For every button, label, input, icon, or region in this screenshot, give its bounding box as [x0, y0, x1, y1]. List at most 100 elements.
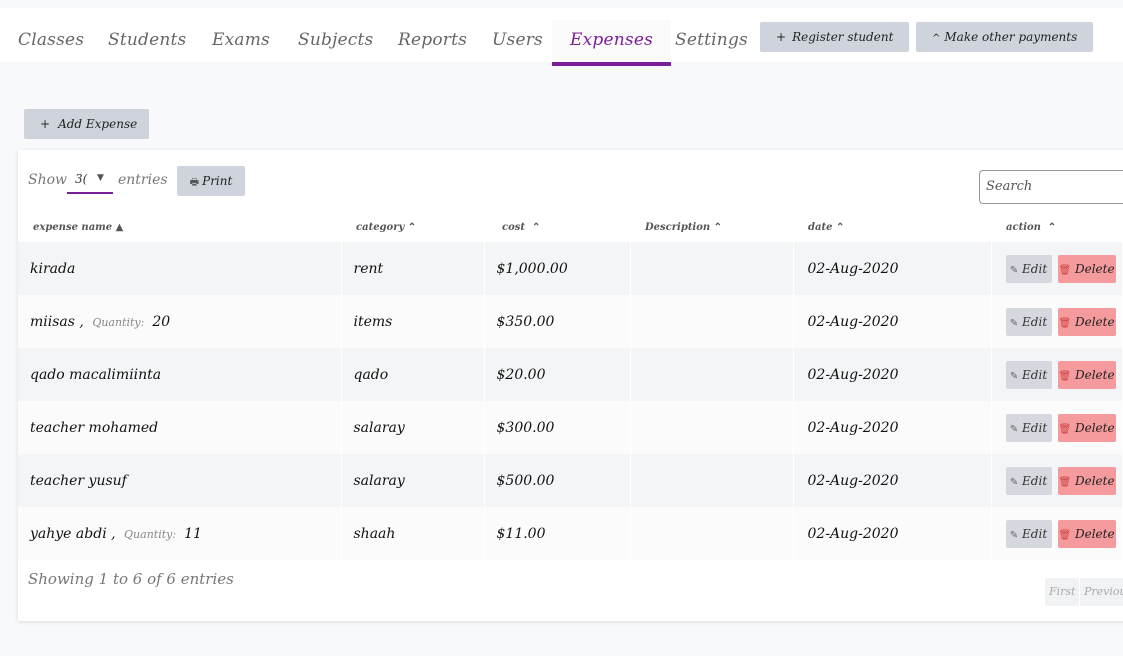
category-cell: salaray — [341, 401, 485, 454]
date-cell: 02-Aug-2020 — [793, 242, 992, 295]
expense-name-cell: teacher mohamed — [18, 401, 342, 454]
expense-name: kirada — [30, 260, 76, 277]
edit-label: Edit — [1022, 314, 1048, 329]
table-row: qado macalimiinta qado $20.00 02-Aug-2020 ✎ … — [18, 348, 1123, 401]
cost-cell: $300.00 — [484, 401, 631, 454]
sort-icon: ⌃ — [835, 221, 845, 233]
tab-reports[interactable]: Reports — [380, 20, 485, 60]
column-label: expense name — [33, 221, 113, 233]
edit-button[interactable]: ✎ Edit — [1005, 360, 1052, 389]
date-cell: 02-Aug-2020 — [793, 348, 992, 401]
edit-label: Edit — [1022, 526, 1048, 541]
pencil-icon: ✎ — [1009, 423, 1019, 435]
search-input[interactable]: Search — [979, 170, 1123, 204]
category-cell: shaah — [341, 507, 485, 560]
printer-icon: 🖶 — [189, 177, 200, 188]
category-cell: qado — [341, 348, 485, 401]
tab-students[interactable]: Students — [90, 20, 204, 60]
make-other-payments-button[interactable]: ^ Make other payments — [916, 22, 1094, 52]
description-cell — [630, 242, 794, 295]
first-page-button[interactable]: First — [1045, 578, 1080, 606]
edit-button[interactable]: ✎ Edit — [1005, 519, 1052, 548]
previous-page-button[interactable]: Previou — [1080, 578, 1123, 606]
action-cell: ✎ Edit 🗑 Delete — [991, 401, 1123, 454]
chevron-up-icon: ^ — [932, 33, 941, 44]
delete-label: Delete — [1074, 314, 1115, 329]
sort-icon: ⌃ — [713, 221, 723, 233]
table-row: miisas , Quantity: 20 items $350.00 02-Aug-2… — [18, 295, 1123, 348]
register-student-button[interactable]: + Register student — [760, 22, 910, 52]
action-cell: ✎ Edit 🗑 Delete — [991, 507, 1123, 560]
tab-classes[interactable]: Classes — [0, 20, 102, 60]
edit-button[interactable]: ✎ Edit — [1005, 307, 1052, 336]
table-row: kirada rent $1,000.00 02-Aug-2020 ✎ Edit 🗑 De… — [18, 242, 1123, 295]
entries-label: entries — [118, 172, 168, 188]
trash-icon: 🗑 — [1058, 529, 1072, 541]
tab-settings[interactable]: Settings — [657, 20, 766, 60]
plus-icon: + — [776, 30, 787, 44]
delete-label: Delete — [1074, 526, 1115, 541]
edit-label: Edit — [1022, 473, 1048, 488]
tab-subjects[interactable]: Subjects — [280, 20, 392, 60]
expense-name-cell: teacher yusuf — [18, 454, 342, 507]
date-cell: 02-Aug-2020 — [793, 295, 992, 348]
expense-name-cell: yahye abdi , Quantity: 11 — [18, 507, 342, 560]
sort-icon: ⌃ — [1047, 221, 1057, 233]
trash-icon: 🗑 — [1058, 476, 1072, 488]
edit-button[interactable]: ✎ Edit — [1005, 466, 1052, 495]
tab-users[interactable]: Users — [474, 20, 561, 60]
column-header-date[interactable]: date ⌃ — [793, 212, 991, 242]
column-label: category — [356, 221, 405, 233]
expenses-table: expense name ▲ category ⌃ cost ⌃ Descrip… — [18, 212, 1123, 560]
column-header-cost[interactable]: cost ⌃ — [484, 212, 630, 242]
add-expense-button[interactable]: + Add Expense — [24, 109, 150, 139]
category-cell: salaray — [341, 454, 485, 507]
column-label: action — [1006, 221, 1041, 233]
expense-name-cell: kirada — [18, 242, 342, 295]
pencil-icon: ✎ — [1009, 476, 1019, 488]
column-header-category[interactable]: category ⌃ — [341, 212, 484, 242]
delete-button[interactable]: 🗑 Delete — [1057, 519, 1116, 548]
print-label: Print — [202, 174, 233, 188]
column-header-action[interactable]: action ⌃ — [991, 212, 1123, 242]
search-placeholder: Search — [986, 179, 1033, 194]
print-button[interactable]: 🖶 Print — [177, 166, 245, 196]
expense-name: yahye abdi , — [30, 525, 116, 542]
category-cell: rent — [341, 242, 485, 295]
sort-icon: ⌃ — [531, 221, 541, 233]
pencil-icon: ✎ — [1009, 370, 1019, 382]
category-cell: items — [341, 295, 485, 348]
page-size-value: 3( — [75, 172, 88, 186]
expense-name: qado macalimiinta — [30, 366, 162, 383]
cost-cell: $1,000.00 — [484, 242, 631, 295]
expenses-table-card: Show 3( ▼ entries 🖶 Print Search expense … — [18, 150, 1123, 621]
expense-name-cell: miisas , Quantity: 20 — [18, 295, 342, 348]
delete-button[interactable]: 🗑 Delete — [1057, 466, 1116, 495]
edit-button[interactable]: ✎ Edit — [1005, 413, 1052, 442]
edit-label: Edit — [1022, 420, 1048, 435]
column-header-expense-name[interactable]: expense name ▲ — [18, 212, 341, 242]
tab-expenses[interactable]: Expenses — [552, 20, 671, 66]
column-label: date — [808, 221, 833, 233]
description-cell — [630, 348, 794, 401]
tab-exams[interactable]: Exams — [194, 20, 288, 60]
date-cell: 02-Aug-2020 — [793, 401, 992, 454]
delete-button[interactable]: 🗑 Delete — [1057, 254, 1116, 283]
edit-label: Edit — [1022, 367, 1048, 382]
plus-icon: + — [40, 117, 51, 131]
edit-button[interactable]: ✎ Edit — [1005, 254, 1052, 283]
top-navigation: Classes Students Exams Subjects Reports … — [0, 8, 1123, 66]
action-cell: ✎ Edit 🗑 Delete — [991, 454, 1123, 507]
column-label: Description — [645, 221, 711, 233]
delete-label: Delete — [1074, 261, 1115, 276]
delete-button[interactable]: 🗑 Delete — [1057, 307, 1116, 336]
register-student-label: Register student — [792, 30, 894, 44]
column-header-description[interactable]: Description ⌃ — [630, 212, 793, 242]
pencil-icon: ✎ — [1009, 264, 1019, 276]
expense-name-cell: qado macalimiinta — [18, 348, 342, 401]
page-size-select[interactable]: 3( ▼ — [67, 170, 113, 194]
description-cell — [630, 507, 794, 560]
delete-button[interactable]: 🗑 Delete — [1057, 413, 1116, 442]
make-other-payments-label: Make other payments — [944, 30, 1078, 44]
delete-button[interactable]: 🗑 Delete — [1057, 360, 1116, 389]
